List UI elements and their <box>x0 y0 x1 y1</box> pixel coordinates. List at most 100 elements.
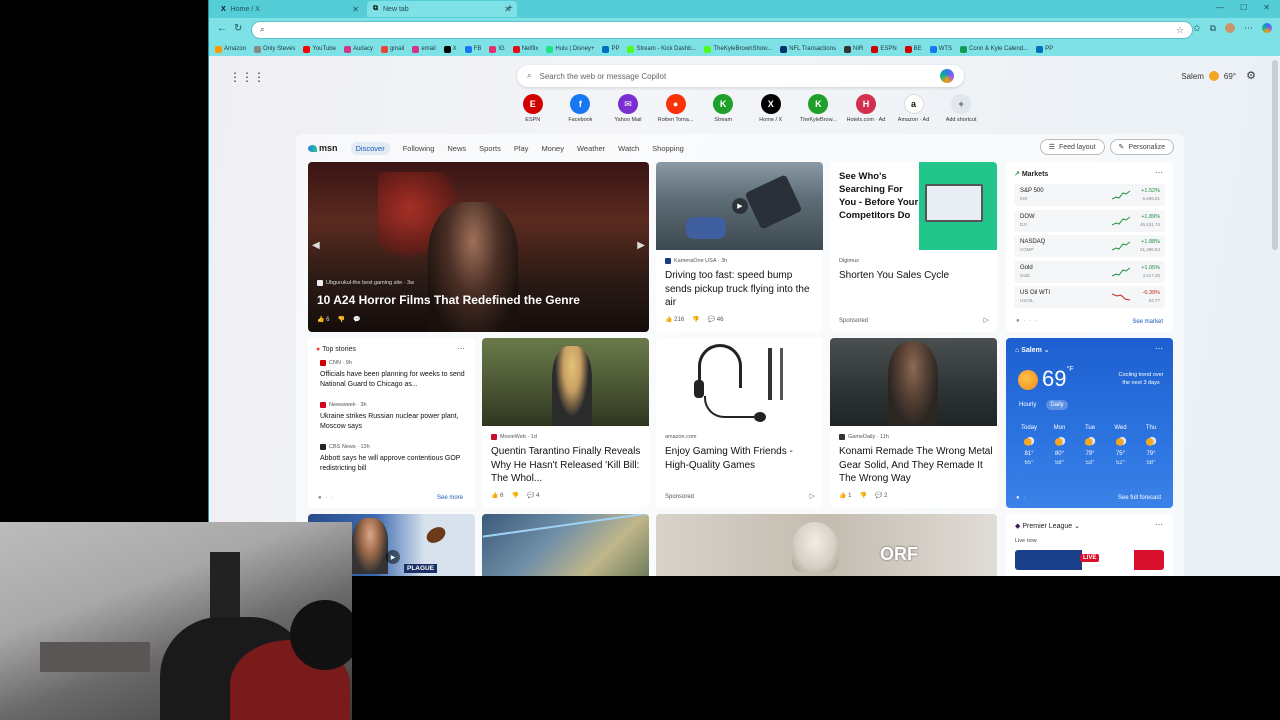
ad-choices-icon[interactable]: ▷ <box>810 492 815 500</box>
bookmark-item[interactable]: FB <box>464 45 481 53</box>
market-row[interactable]: NASDAQ COMP +1.88% 21,496.54 <box>1014 235 1165 257</box>
weather-widget[interactable]: ⌂ Salem ⌄ ⋯ 69°F Cooling trend over the … <box>1006 338 1173 508</box>
page-scrollbar[interactable] <box>1272 60 1278 250</box>
market-row[interactable]: DOW DJI +1.89% 45,631.74 <box>1014 209 1165 232</box>
feed-tab[interactable]: Sports <box>479 144 501 153</box>
menu-icon[interactable]: ⋯ <box>1244 23 1253 34</box>
extensions-icon[interactable]: ⧉ <box>1210 23 1216 34</box>
comment-button[interactable]: 💬 4 <box>527 492 539 499</box>
bookmark-item[interactable]: X <box>443 45 457 53</box>
bookmark-item[interactable]: Only Steves <box>254 45 295 53</box>
profile-avatar-icon[interactable] <box>1225 23 1235 33</box>
markets-widget[interactable]: ↗ Markets ⋯ S&P 500 INX +1.52% 6,466.91 DOW D… <box>1006 162 1173 332</box>
pager-dots[interactable]: ● · <box>1016 495 1026 501</box>
dislike-icon[interactable]: 👎 <box>692 316 699 323</box>
shortcut-tile[interactable]: X Home / X <box>747 94 795 123</box>
forecast-day[interactable]: Tue 79° 53° <box>1075 425 1105 466</box>
bookmark-item[interactable]: PP <box>602 45 619 53</box>
ad-choices-icon[interactable]: ▷ <box>984 316 989 324</box>
news-card-protest[interactable]: ORF <box>656 514 997 576</box>
news-card-kamera[interactable]: ▶ KameraOne USA · 3h Driving too fast: s… <box>656 162 823 332</box>
personalize-button[interactable]: ✎ Personalize <box>1109 139 1174 155</box>
ad-card-amazon[interactable]: amazon.com Enjoy Gaming With Friends - H… <box>656 338 823 508</box>
tab-home-x[interactable]: X Home / X ✕ <box>215 1 365 17</box>
shortcut-tile[interactable]: K TheKyleBrow... <box>795 94 843 123</box>
news-card-money[interactable] <box>482 514 649 576</box>
shortcut-tile[interactable]: + Add shortcut <box>937 94 985 123</box>
forecast-day[interactable]: Wed 75° 52° <box>1106 425 1136 466</box>
bookmark-item[interactable]: TheKyleBrownShow... <box>704 45 772 53</box>
ad-card-digimus[interactable]: See Who's Searching For You - Before You… <box>830 162 997 332</box>
bookmark-item[interactable]: Netflix <box>512 45 538 53</box>
premier-league-widget[interactable]: ◆ Premier League ⌄ ⋯ Live now LIVE <box>1006 514 1173 576</box>
see-market-link[interactable]: See market <box>1132 319 1163 325</box>
bookmark-item[interactable]: email <box>412 45 436 53</box>
app-launcher-icon[interactable]: ⋮⋮⋮ <box>229 70 265 84</box>
feed-tab[interactable]: Shopping <box>652 144 684 153</box>
bookmark-item[interactable]: IG <box>489 45 505 53</box>
msn-logo[interactable]: msn <box>308 143 338 153</box>
market-row[interactable]: Gold Gold +1.05% 3,417.20 <box>1014 260 1165 283</box>
back-icon[interactable]: ← <box>217 23 227 34</box>
like-button[interactable]: 👍 1 <box>839 492 851 499</box>
like-button[interactable]: 👍 6 <box>317 316 329 323</box>
pager-dots[interactable]: ● · · <box>318 495 334 501</box>
web-search-input[interactable]: ⌕ Search the web or message Copilot <box>517 65 964 87</box>
weather-location[interactable]: ⌂ Salem ⌄ <box>1015 346 1050 354</box>
maximize-icon[interactable]: ☐ <box>1240 3 1247 12</box>
pager-dots[interactable]: ● · · · <box>1016 318 1038 324</box>
forecast-day[interactable]: Thu 79° 58° <box>1136 425 1166 466</box>
bookmark-item[interactable]: ESPN <box>871 45 897 53</box>
bookmark-item[interactable]: WTS <box>929 45 952 53</box>
top-stories-widget[interactable]: ● Top stories ⋯ CNN · 9h Officials have b… <box>308 338 475 508</box>
story-headline[interactable]: Ukraine strikes Russian nuclear power pl… <box>320 412 468 432</box>
copilot-icon[interactable] <box>1262 23 1272 33</box>
card-headline[interactable]: Quentin Tarantino Finally Reveals Why He… <box>491 445 646 486</box>
card-headline[interactable]: Driving too fast: speed bump sends picku… <box>665 269 817 310</box>
bookmark-item[interactable]: Stream - Kick Dashb... <box>627 45 696 53</box>
like-button[interactable]: 👍 6 <box>491 492 503 499</box>
previous-arrow-icon[interactable]: ◀ <box>312 240 320 251</box>
bookmark-item[interactable]: PP <box>1036 45 1053 53</box>
window-close-icon[interactable]: ✕ <box>1263 3 1270 12</box>
favorites-icon[interactable]: ✩ <box>1193 23 1201 34</box>
favorite-star-icon[interactable]: ☆ <box>1176 25 1184 36</box>
bookmark-item[interactable]: NFL Transactions <box>780 45 836 53</box>
feed-tab[interactable]: Following <box>403 144 435 153</box>
more-options-icon[interactable]: ⋯ <box>1155 520 1163 529</box>
copilot-icon[interactable] <box>940 69 954 83</box>
address-bar[interactable]: ⌕ ☆ <box>251 21 1193 39</box>
new-tab-plus-icon[interactable]: + <box>507 3 513 14</box>
comment-icon[interactable]: 💬 <box>353 316 360 323</box>
more-options-icon[interactable]: ⋯ <box>1155 344 1163 353</box>
close-icon[interactable]: ✕ <box>352 5 359 14</box>
feed-layout-button[interactable]: ☰ Feed layout <box>1039 139 1105 155</box>
dislike-icon[interactable]: 👎 <box>859 492 866 499</box>
shortcut-tile[interactable]: ● Rotten Toma... <box>652 94 700 123</box>
story-headline[interactable]: Abbott says he will approve contentious … <box>320 454 468 474</box>
tab-daily[interactable]: Daily <box>1046 400 1068 410</box>
play-icon[interactable]: ▶ <box>386 550 400 564</box>
play-icon[interactable]: ▶ <box>732 198 748 214</box>
shortcut-tile[interactable]: H Hotels.com · Ad <box>842 94 890 123</box>
bookmark-item[interactable]: YouTube <box>303 45 336 53</box>
hero-headline[interactable]: 10 A24 Horror Films That Redefined the G… <box>317 292 580 308</box>
comment-button[interactable]: 💬 46 <box>708 316 724 323</box>
news-card-gamedaily[interactable]: GameDaily · 11h Konami Remade The Wrong … <box>830 338 997 508</box>
dislike-icon[interactable]: 👎 <box>511 492 518 499</box>
shortcut-tile[interactable]: K Stream <box>699 94 747 123</box>
market-row[interactable]: S&P 500 INX +1.52% 6,466.91 <box>1014 184 1165 206</box>
feed-tab[interactable]: Watch <box>618 144 639 153</box>
more-options-icon[interactable]: ⋯ <box>457 344 465 353</box>
bookmark-item[interactable]: NIR <box>843 45 863 53</box>
bookmark-item[interactable]: Conn & Kyle Calend... <box>960 45 1028 53</box>
see-more-link[interactable]: See more <box>437 495 463 501</box>
minimize-icon[interactable]: — <box>1216 3 1224 12</box>
market-row[interactable]: US Oil WTI USOIL -0.39% 63.77 <box>1014 286 1165 308</box>
forecast-day[interactable]: Today 81° 65° <box>1014 425 1044 466</box>
like-button[interactable]: 👍 216 <box>665 316 684 323</box>
more-options-icon[interactable]: ⋯ <box>1155 168 1163 177</box>
bookmark-item[interactable]: BE <box>904 45 922 53</box>
feed-tab[interactable]: Play <box>514 144 529 153</box>
feed-tab[interactable]: Money <box>541 144 564 153</box>
